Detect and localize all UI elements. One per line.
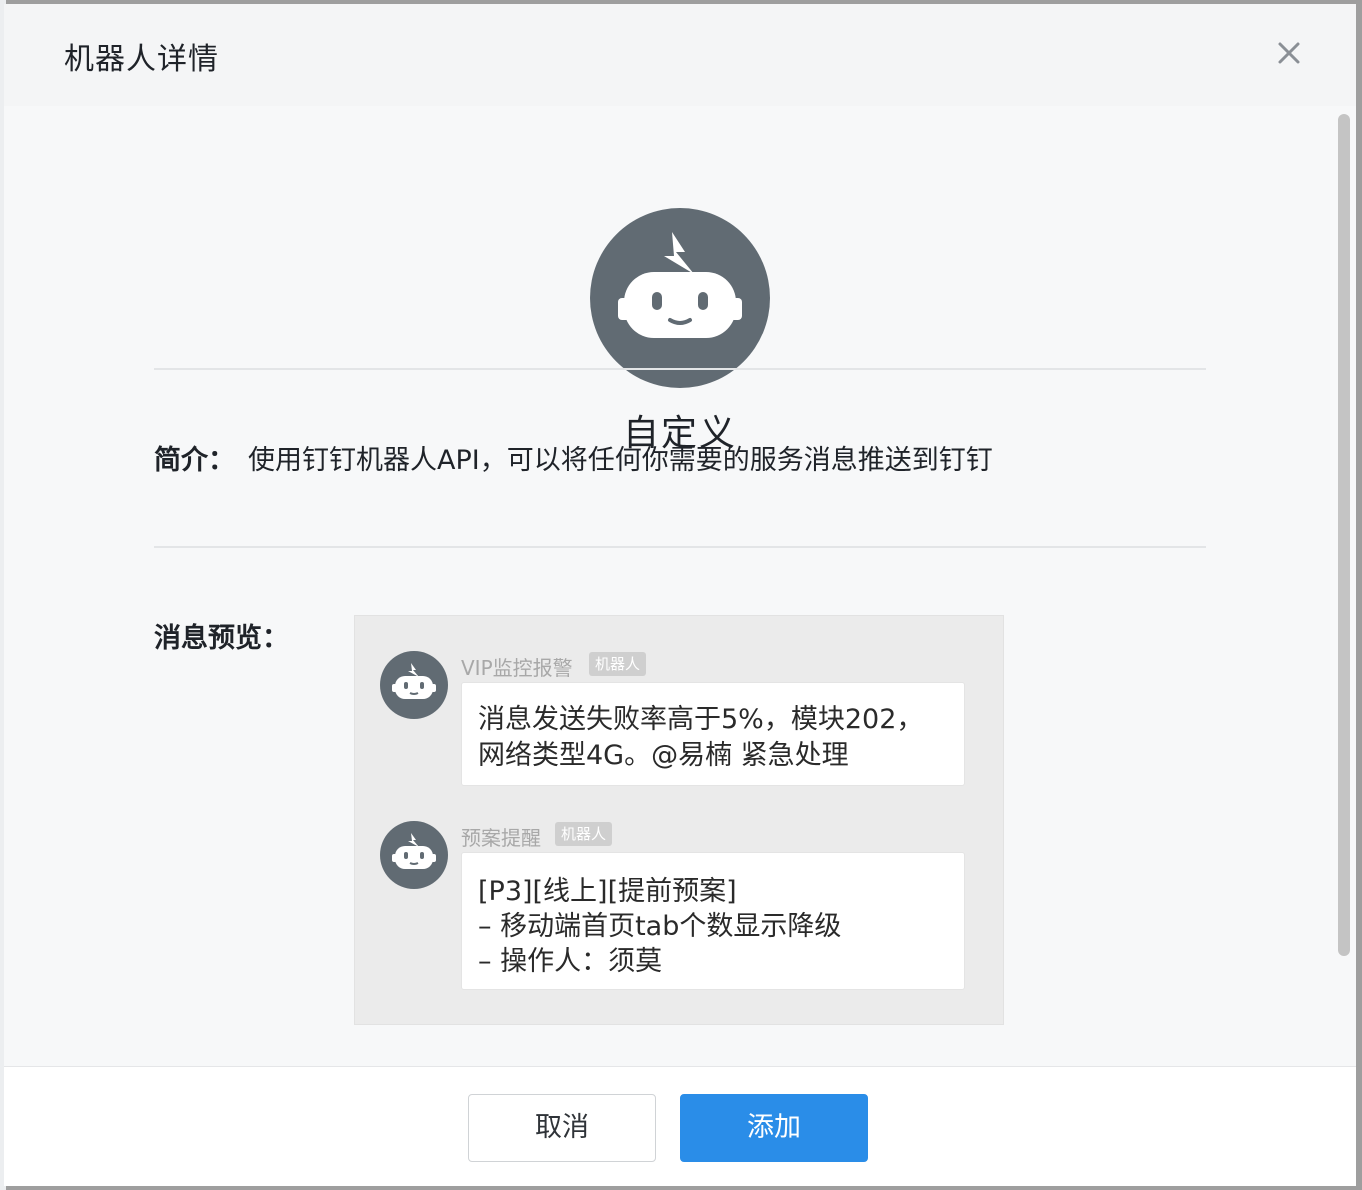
message-sender: VIP监控报警: [461, 656, 573, 680]
close-icon[interactable]: [1274, 38, 1304, 68]
dialog-body: 自定义 简介： 使用钉钉机器人API，可以将任何你需要的服务消息推送到钉钉 消息…: [4, 106, 1356, 1066]
robot-icon: [590, 208, 770, 388]
intro-label: 简介：: [154, 445, 235, 476]
add-button[interactable]: 添加: [680, 1094, 868, 1162]
robot-tag: 机器人: [555, 822, 613, 846]
robot-icon: [380, 821, 448, 889]
message-line: [P3][线上][提前预案]: [478, 876, 737, 907]
message-line: 消息发送失败率高于5%，模块202，: [478, 704, 924, 735]
message-preview-box: VIP监控报警 机器人 消息发送失败率高于5%，模块202， 网络类型4G。@易…: [354, 615, 1004, 1025]
robot-detail-dialog: 机器人详情 自定义 简介： 使用钉钉机器人API，可以将任何你需要的服务消息推送…: [4, 4, 1356, 1186]
dialog-footer: 取消 添加: [4, 1066, 1356, 1186]
dialog-title: 机器人详情: [64, 42, 219, 77]
dialog-header: 机器人详情: [4, 4, 1356, 106]
message-sender: 预案提醒: [461, 826, 541, 850]
message-line: 网络类型4G。@易楠 紧急处理: [478, 740, 849, 771]
intro-text: 使用钉钉机器人API，可以将任何你需要的服务消息推送到钉钉: [248, 445, 993, 476]
robot-tag: 机器人: [589, 652, 647, 676]
robot-icon: [380, 651, 448, 719]
divider-middle: [154, 546, 1206, 548]
message-bubble: [P3][线上][提前预案] – 移动端首页tab个数显示降级 – 操作人：须莫: [461, 852, 965, 990]
scrollbar[interactable]: [1338, 114, 1350, 956]
divider-top: [154, 368, 1206, 370]
preview-label: 消息预览：: [154, 623, 289, 654]
message-line: – 移动端首页tab个数显示降级: [478, 911, 842, 942]
message-bubble: 消息发送失败率高于5%，模块202， 网络类型4G。@易楠 紧急处理: [461, 682, 965, 786]
message-line: – 操作人：须莫: [478, 946, 663, 977]
cancel-button[interactable]: 取消: [468, 1094, 656, 1162]
